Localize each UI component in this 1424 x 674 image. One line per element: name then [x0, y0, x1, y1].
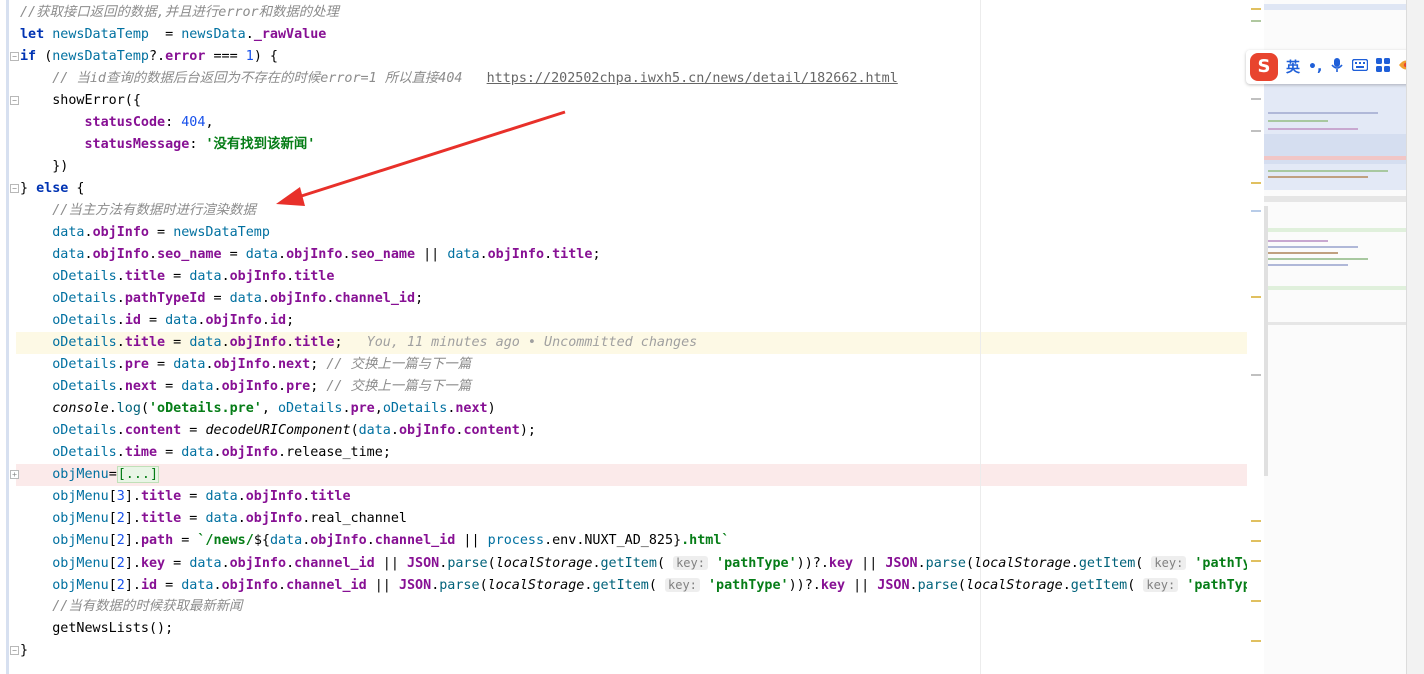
- grid-icon[interactable]: [1376, 58, 1391, 76]
- annotation-arrow: [276, 110, 566, 206]
- sogou-logo-icon[interactable]: S: [1250, 53, 1278, 81]
- code-minimap[interactable]: [1264, 0, 1406, 674]
- ime-punctuation-toggle[interactable]: •,: [1308, 59, 1322, 75]
- right-tool-window-strip[interactable]: 数: [1406, 0, 1424, 674]
- editor-scrollbar-marks[interactable]: [1247, 0, 1264, 674]
- keyboard-icon[interactable]: [1352, 58, 1369, 75]
- microphone-icon[interactable]: [1330, 57, 1344, 77]
- ime-language-toggle[interactable]: 英: [1286, 57, 1300, 77]
- ime-toolbar[interactable]: S 英 •,: [1246, 50, 1424, 84]
